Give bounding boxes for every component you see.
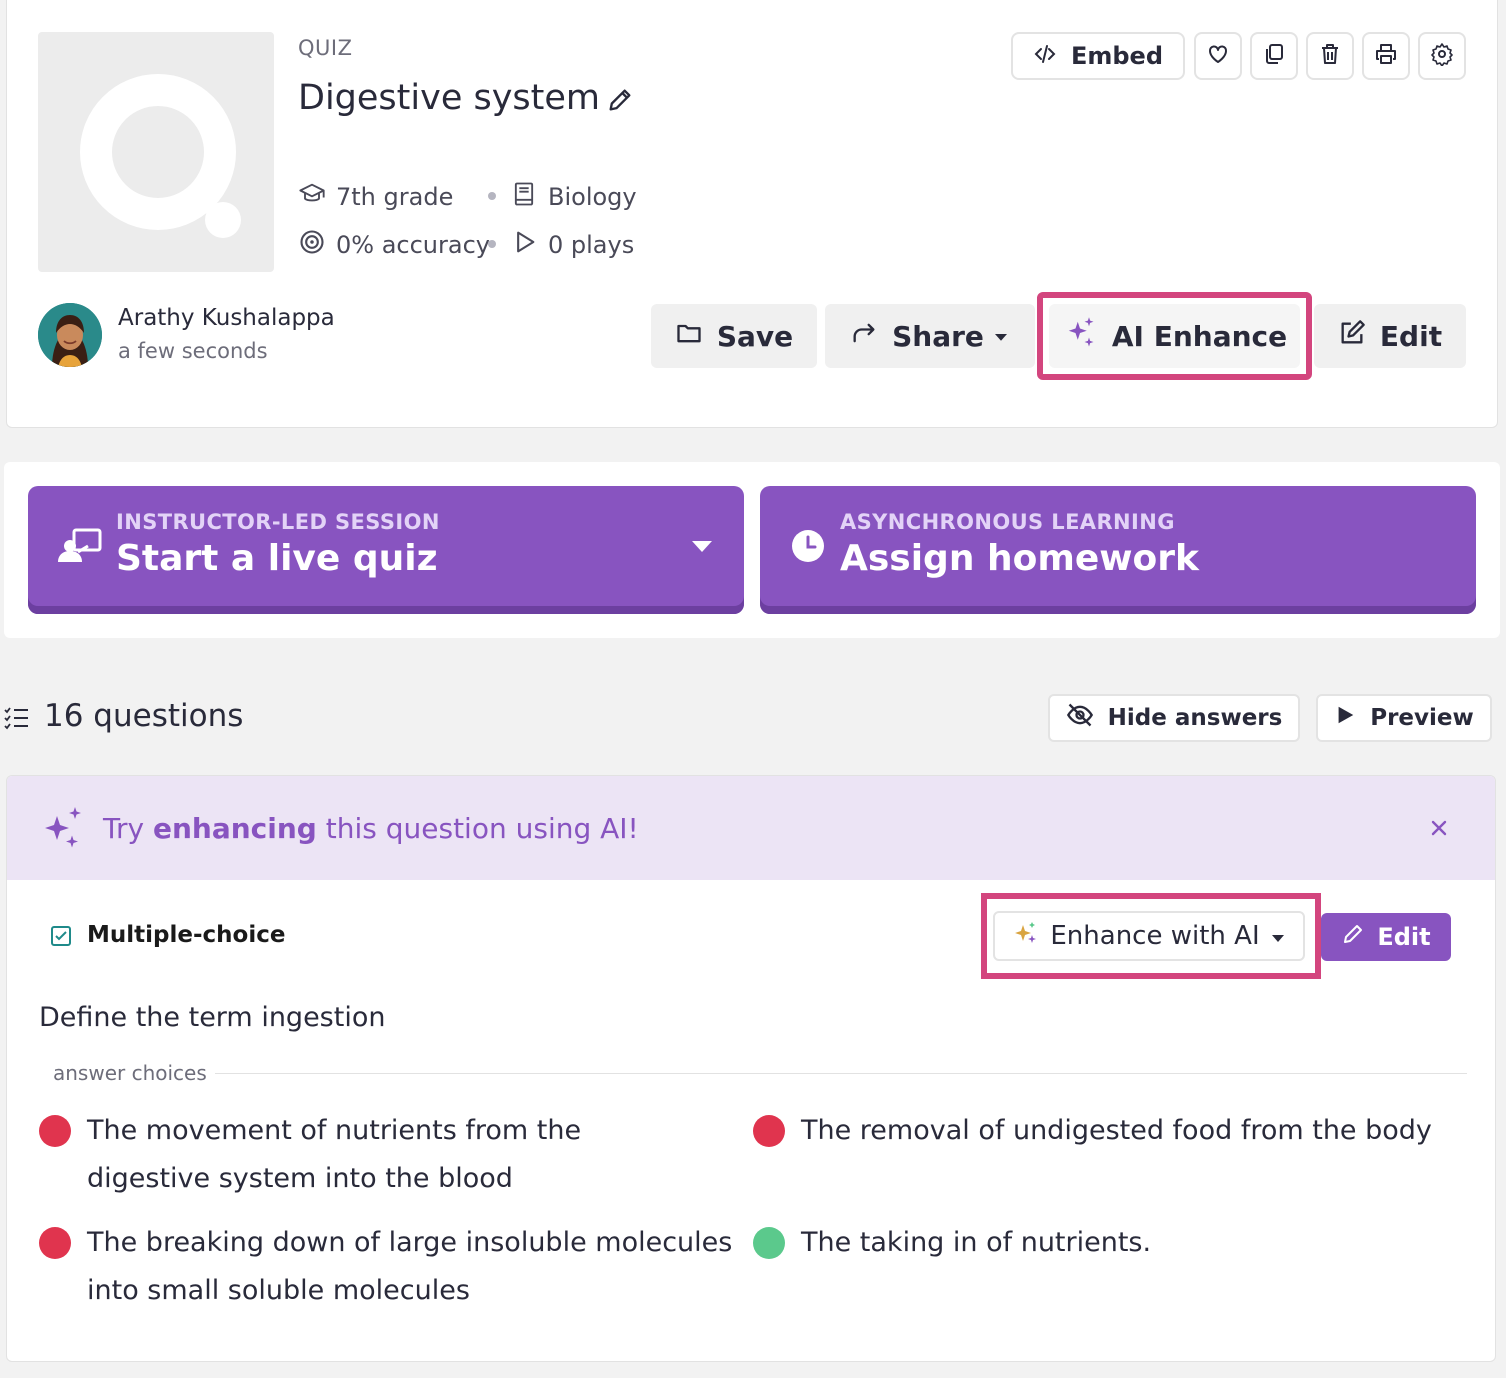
preview-label: Preview: [1370, 705, 1474, 731]
quiz-thumbnail: [38, 32, 274, 272]
homework-caption: ASYNCHRONOUS LEARNING: [840, 510, 1175, 534]
delete-button[interactable]: [1306, 32, 1354, 80]
gear-icon: [1430, 42, 1454, 70]
edit-square-icon: [1338, 319, 1366, 354]
page-title: Digestive system: [298, 78, 601, 118]
ai-enhance-label: AI Enhance: [1111, 319, 1288, 353]
checkbox-square-icon: [49, 924, 73, 952]
plays-meta: 0 plays: [510, 228, 634, 262]
save-label: Save: [716, 319, 794, 353]
homework-title: Assign homework: [840, 538, 1199, 579]
author-name[interactable]: Arathy Kushalappa: [118, 305, 335, 331]
start-live-quiz-button[interactable]: INSTRUCTOR-LED SESSION Start a live quiz: [28, 486, 744, 614]
grade-meta: 7th grade: [298, 180, 453, 214]
live-session-title: Start a live quiz: [116, 538, 438, 579]
edit-quiz-button[interactable]: Edit: [1314, 304, 1466, 368]
sparkles-icon: [39, 804, 87, 856]
pencil-icon: [1341, 922, 1365, 952]
answer-choice: The taking in of nutrients.: [753, 1219, 1453, 1267]
answer-choice: The breaking down of large insoluble mol…: [39, 1219, 757, 1315]
graduation-cap-icon: [298, 180, 326, 214]
book-icon: [510, 180, 538, 214]
caret-down-icon: [1270, 921, 1286, 951]
folder-icon: [675, 319, 703, 354]
print-icon: [1374, 42, 1398, 70]
incorrect-dot: [39, 1227, 71, 1259]
subject-text: Biology: [548, 183, 637, 211]
question-text: Define the term ingestion: [39, 1002, 386, 1033]
author-avatar: [38, 303, 102, 367]
answer-choice: The removal of undigested food from the …: [753, 1107, 1453, 1155]
edit-title-pencil-icon[interactable]: [606, 86, 634, 114]
banner-text-post: this question using AI!: [316, 812, 639, 845]
subject-meta: Biology: [510, 180, 637, 214]
share-button[interactable]: Share: [825, 304, 1035, 368]
last-updated: a few seconds: [118, 339, 268, 363]
banner-text-bold: enhancing: [152, 812, 317, 845]
share-label: Share: [892, 319, 984, 353]
copy-icon: [1262, 42, 1286, 70]
edit-question-button[interactable]: Edit: [1321, 913, 1451, 961]
banner-text: Try enhancing this question using AI!: [103, 812, 639, 845]
preview-button[interactable]: Preview: [1316, 694, 1492, 742]
print-button[interactable]: [1362, 32, 1410, 80]
answer-choice: The movement of nutrients from the diges…: [39, 1107, 689, 1203]
enhance-with-ai-button[interactable]: Enhance with AI: [993, 911, 1305, 961]
correct-dot: [753, 1227, 785, 1259]
choice-text: The breaking down of large insoluble mol…: [87, 1227, 733, 1306]
edit-label: Edit: [1379, 319, 1443, 353]
grade-text: 7th grade: [336, 183, 454, 211]
accuracy-text: 0% accuracy: [336, 231, 490, 259]
accuracy-meta: 0% accuracy: [298, 228, 490, 262]
like-button[interactable]: [1194, 32, 1242, 80]
code-icon: [1033, 42, 1057, 70]
plays-text: 0 plays: [548, 231, 635, 259]
caret-down-icon[interactable]: [690, 538, 714, 558]
separator-dot: [488, 240, 496, 248]
ai-sparkle-icon: [1012, 919, 1040, 954]
divider: [215, 1073, 1467, 1074]
duplicate-button[interactable]: [1250, 32, 1298, 80]
sparkles-icon: [1062, 315, 1098, 358]
answer-choices-label: answer choices: [53, 1061, 207, 1085]
live-session-caption: INSTRUCTOR-LED SESSION: [116, 510, 440, 534]
accuracy-target-icon: [298, 228, 326, 262]
play-icon: [1334, 704, 1356, 732]
clock-icon: [790, 528, 826, 568]
save-button[interactable]: Save: [651, 304, 817, 368]
trash-icon: [1318, 42, 1342, 70]
embed-label: Embed: [1070, 42, 1164, 70]
settings-button[interactable]: [1418, 32, 1466, 80]
embed-button[interactable]: Embed: [1011, 32, 1185, 80]
choice-text: The removal of undigested food from the …: [801, 1115, 1432, 1146]
choice-text: The taking in of nutrients.: [801, 1227, 1152, 1258]
question-card: Try enhancing this question using AI! Mu…: [6, 775, 1496, 1362]
presenter-icon: [58, 526, 102, 570]
eye-slash-icon: [1066, 701, 1094, 735]
caret-down-icon: [992, 320, 1010, 353]
list-checks-icon: [4, 706, 30, 734]
hide-answers-button[interactable]: Hide answers: [1048, 694, 1300, 742]
share-arrow-icon: [850, 319, 878, 354]
heart-icon: [1206, 42, 1230, 70]
choice-text: The movement of nutrients from the diges…: [87, 1115, 582, 1194]
incorrect-dot: [753, 1115, 785, 1147]
question-type: Multiple-choice: [87, 922, 286, 948]
banner-text-pre: Try: [103, 812, 153, 845]
play-outline-icon: [510, 228, 538, 262]
quiz-type-label: QUIZ: [298, 36, 353, 60]
incorrect-dot: [39, 1115, 71, 1147]
separator-dot: [488, 192, 496, 200]
ai-enhance-button[interactable]: AI Enhance: [1049, 304, 1300, 368]
close-icon[interactable]: [1427, 816, 1451, 844]
question-count: 16 questions: [44, 698, 244, 734]
assign-homework-button[interactable]: ASYNCHRONOUS LEARNING Assign homework: [760, 486, 1476, 614]
hide-answers-label: Hide answers: [1107, 705, 1283, 731]
enhance-label: Enhance with AI: [1050, 921, 1260, 951]
edit-question-label: Edit: [1377, 923, 1431, 951]
